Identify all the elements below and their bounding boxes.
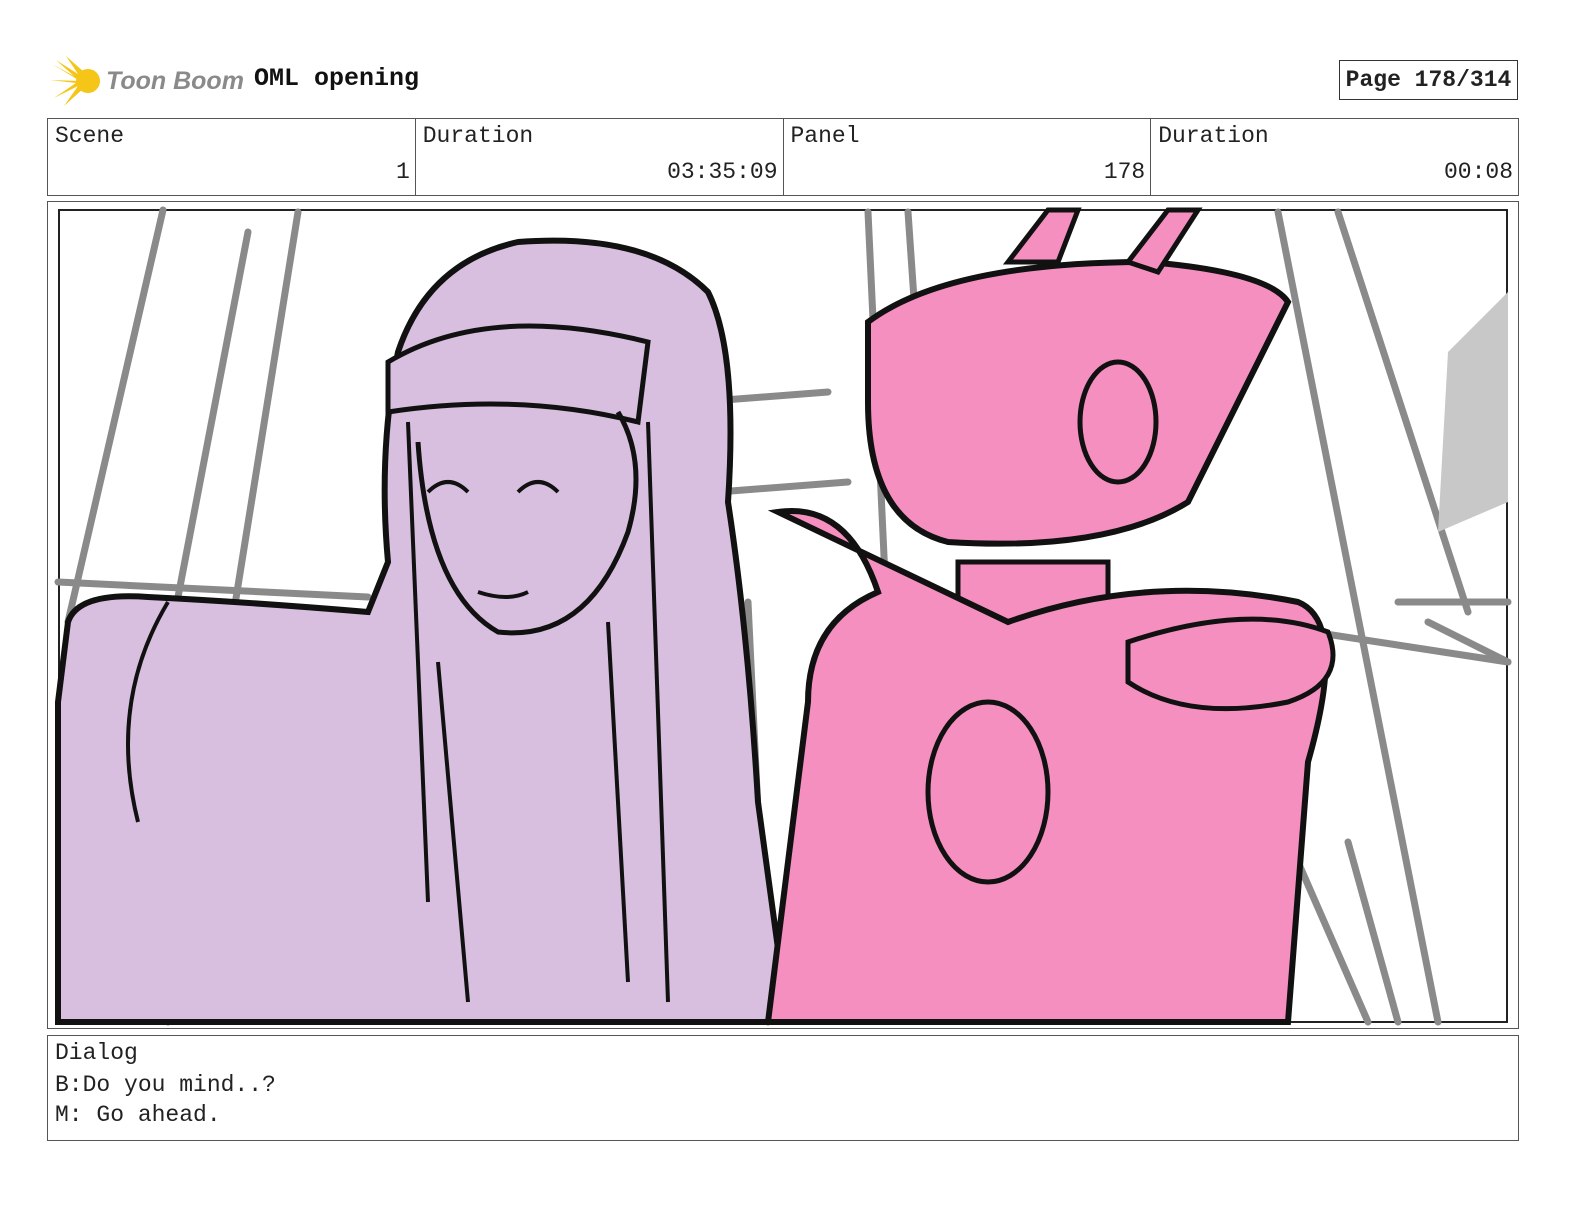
panel-duration-value: 00:08 xyxy=(1443,159,1513,185)
dialog-label: Dialog xyxy=(55,1040,138,1066)
storyboard-page: Toon Boom OML opening Page 178/314 Scene… xyxy=(0,0,1584,1224)
scene-cell: Scene 1 xyxy=(48,119,416,195)
page-number: Page 178/314 xyxy=(1339,60,1518,100)
panel-image xyxy=(47,201,1519,1029)
scene-label: Scene xyxy=(55,123,125,149)
duration-label: Duration xyxy=(422,123,534,149)
scene-duration-cell: Duration 03:35:09 xyxy=(416,119,784,195)
panel-info-table: Scene 1 Duration 03:35:09 Panel 178 Duratio… xyxy=(47,118,1519,196)
panel-duration-cell: Duration 00:08 xyxy=(1151,119,1518,195)
duration-label: Duration xyxy=(1158,123,1269,149)
panel-cell: Panel 178 xyxy=(784,119,1152,195)
panel-value: 178 xyxy=(1103,159,1146,185)
toon-boom-logo: Toon Boom xyxy=(50,56,244,106)
scene-value: 1 xyxy=(395,159,410,185)
storyboard-sketch xyxy=(54,206,1512,1026)
logo-text: Toon Boom xyxy=(106,66,244,95)
dialog-line: M: Go ahead. xyxy=(55,1102,221,1128)
dialog-line: B:Do you mind..? xyxy=(55,1072,276,1098)
project-title: OML opening xyxy=(254,64,420,93)
flame-logo-icon xyxy=(50,56,100,106)
panel-label: Panel xyxy=(790,123,860,149)
dialog-box: Dialog B:Do you mind..? M: Go ahead. xyxy=(47,1035,1519,1141)
scene-duration-value: 03:35:09 xyxy=(667,159,778,185)
